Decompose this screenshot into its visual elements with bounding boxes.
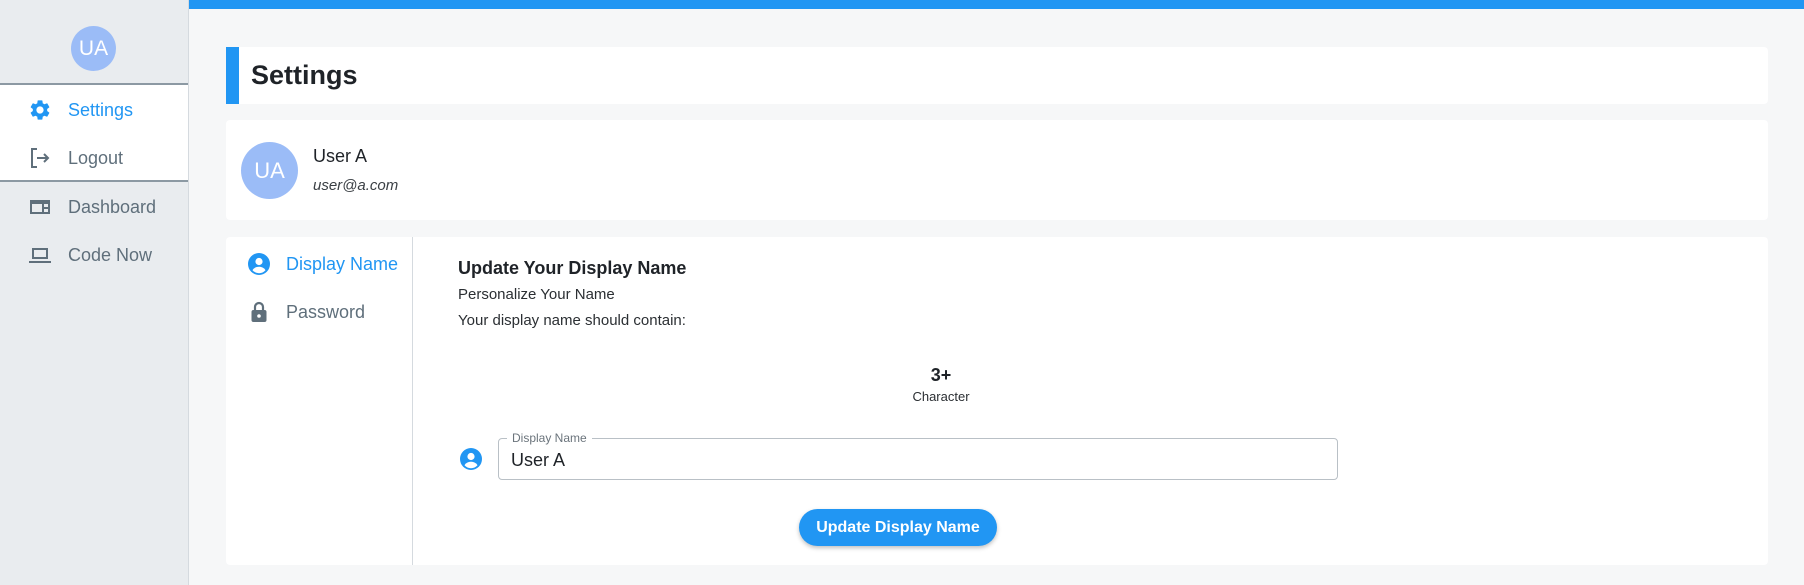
account-circle-icon: [460, 448, 482, 470]
sidebar-item-code-now[interactable]: Code Now: [0, 233, 188, 277]
dashboard-icon: [30, 200, 50, 214]
subnav-item-password[interactable]: Password: [226, 290, 413, 334]
sidebar-item-label: Logout: [68, 147, 124, 168]
sidebar-item-dashboard[interactable]: Dashboard: [0, 185, 188, 229]
sidebar-avatar[interactable]: UA: [71, 26, 116, 71]
top-accent-bar: [189, 0, 1804, 9]
requirement-value: 3+: [930, 365, 952, 385]
settings-subnav: Display Name Password: [226, 237, 413, 565]
sidebar-account-group: Settings Logout: [0, 83, 188, 182]
lock-icon: [251, 301, 267, 322]
subnav-item-label: Password: [286, 301, 366, 322]
profile-email: user@a.com: [313, 177, 399, 194]
laptop-icon: [29, 248, 51, 263]
sidebar: UA Settings Logout Dashboard Code Now: [0, 0, 189, 585]
section-subheading: Personalize Your Name: [458, 286, 615, 303]
update-display-name-button[interactable]: Update Display Name: [799, 509, 997, 546]
sidebar-item-label: Settings: [68, 99, 134, 120]
sidebar-item-logout[interactable]: Logout: [0, 136, 188, 180]
gear-icon: [30, 100, 50, 120]
sidebar-item-settings[interactable]: Settings: [0, 88, 188, 132]
sidebar-item-label: Dashboard: [68, 196, 157, 217]
settings-panel: Display Name Password Update Your Displa…: [226, 237, 1768, 565]
logout-icon: [31, 148, 50, 168]
subnav-item-display-name[interactable]: Display Name: [226, 242, 413, 286]
requirements-intro: Your display name should contain:: [458, 312, 686, 329]
profile-avatar: UA: [241, 142, 298, 199]
display-name-input[interactable]: [511, 449, 1321, 471]
requirement-label: Character: [912, 389, 970, 404]
subnav-item-label: Display Name: [286, 253, 399, 274]
page-title: Settings: [251, 60, 358, 90]
page-header: Settings: [226, 47, 1768, 104]
account-circle-icon: [248, 253, 270, 275]
display-name-field-label: Display Name: [507, 431, 592, 445]
section-heading: Update Your Display Name: [458, 258, 687, 278]
sidebar-item-label: Code Now: [68, 244, 153, 265]
profile-card: UA User A user@a.com: [226, 120, 1768, 220]
display-name-field: Display Name: [498, 431, 1338, 480]
profile-name: User A: [313, 146, 368, 166]
title-accent-bar: [226, 47, 239, 104]
